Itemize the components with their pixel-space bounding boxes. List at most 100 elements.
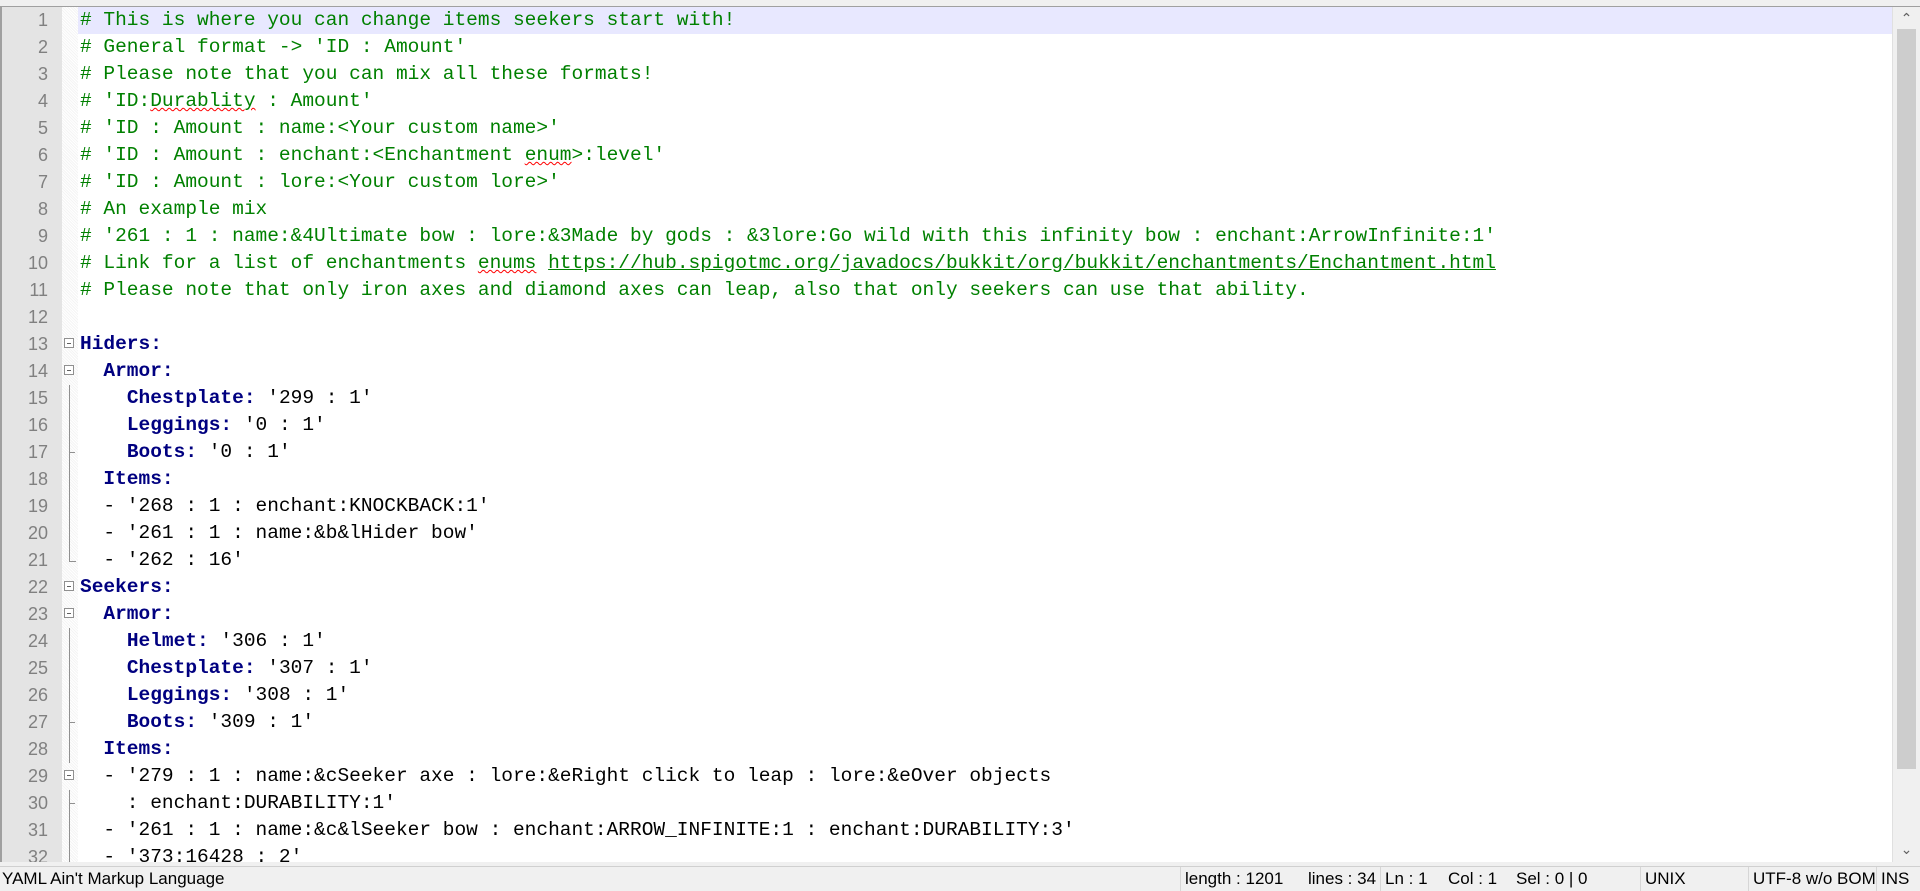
line-code[interactable]: Hiders:: [78, 331, 1895, 358]
editor-line[interactable]: 27 Boots: '309 : 1': [2, 709, 1895, 736]
editor-line[interactable]: 3 # Please note that you can mix all thes…: [2, 61, 1895, 88]
yaml-list-item: - '268 : 1 : enchant:KNOCKBACK:1': [80, 495, 490, 517]
editor-line[interactable]: 25 Chestplate: '307 : 1': [2, 655, 1895, 682]
editor-line[interactable]: 30 : enchant:DURABILITY:1': [2, 790, 1895, 817]
line-code[interactable]: - '261 : 1 : name:&c&lSeeker bow : encha…: [78, 817, 1895, 844]
editor-line[interactable]: 23 Armor:: [2, 601, 1895, 628]
yaml-key: Armor:: [103, 360, 174, 382]
status-ln: Ln : 1: [1380, 867, 1443, 891]
line-code[interactable]: Items:: [78, 736, 1895, 763]
line-code[interactable]: # General format -> 'ID : Amount': [78, 34, 1895, 61]
line-code[interactable]: Items:: [78, 466, 1895, 493]
editor-line[interactable]: 15 Chestplate: '299 : 1': [2, 385, 1895, 412]
editor-line[interactable]: 32 - '373:16428 : 2': [2, 844, 1895, 862]
editor-line[interactable]: 31 - '261 : 1 : name:&c&lSeeker bow : en…: [2, 817, 1895, 844]
editor-line[interactable]: 26 Leggings: '308 : 1': [2, 682, 1895, 709]
misspelled-word[interactable]: Durablity: [150, 90, 255, 112]
line-number: 4: [37, 91, 48, 111]
line-code[interactable]: Helmet: '306 : 1': [78, 628, 1895, 655]
line-number: 23: [27, 604, 48, 624]
editor-line[interactable]: 20 - '261 : 1 : name:&b&lHider bow': [2, 520, 1895, 547]
line-number: 25: [27, 658, 48, 678]
editor-line[interactable]: 2 # General format -> 'ID : Amount': [2, 34, 1895, 61]
status-length: length : 1201: [1180, 867, 1303, 891]
line-code[interactable]: Leggings: '308 : 1': [78, 682, 1895, 709]
editor-line[interactable]: 1 # This is where you can change items se…: [2, 7, 1895, 34]
status-eol[interactable]: UNIX: [1640, 867, 1745, 891]
line-code[interactable]: # 'ID : Amount : name:<Your custom name>…: [78, 115, 1895, 142]
fold-toggle-icon[interactable]: [64, 365, 74, 375]
status-encoding[interactable]: UTF-8 w/o BOM: [1748, 867, 1883, 891]
editor-line[interactable]: 22 Seekers:: [2, 574, 1895, 601]
editor-line[interactable]: 18 Items:: [2, 466, 1895, 493]
text-editor[interactable]: 1 # This is where you can change items se…: [0, 7, 1895, 862]
fold-toggle-icon[interactable]: [64, 338, 74, 348]
scroll-thumb[interactable]: [1897, 29, 1916, 769]
yaml-value: '306 : 1': [208, 630, 326, 652]
scroll-up-icon[interactable]: ⌃: [1893, 9, 1920, 29]
line-code[interactable]: - '262 : 16': [78, 547, 1895, 574]
line-code[interactable]: # 'ID:Durablity : Amount': [78, 88, 1895, 115]
line-code[interactable]: Chestplate: '307 : 1': [78, 655, 1895, 682]
line-code[interactable]: - '261 : 1 : name:&b&lHider bow': [78, 520, 1895, 547]
editor-line[interactable]: 21 - '262 : 16': [2, 547, 1895, 574]
misspelled-word[interactable]: enum: [525, 144, 572, 166]
editor-line[interactable]: 16 Leggings: '0 : 1': [2, 412, 1895, 439]
line-code[interactable]: # '261 : 1 : name:&4Ultimate bow : lore:…: [78, 223, 1895, 250]
editor-line[interactable]: 5 # 'ID : Amount : name:<Your custom name…: [2, 115, 1895, 142]
editor-line[interactable]: 4 # 'ID:Durablity : Amount': [2, 88, 1895, 115]
scroll-down-icon[interactable]: ⌄: [1893, 840, 1920, 860]
comment: # An example mix: [80, 198, 267, 220]
line-code[interactable]: # 'ID : Amount : lore:<Your custom lore>…: [78, 169, 1895, 196]
editor-line[interactable]: 11 # Please note that only iron axes and …: [2, 277, 1895, 304]
editor-lines[interactable]: 1 # This is where you can change items se…: [2, 7, 1895, 862]
line-code[interactable]: Boots: '0 : 1': [78, 439, 1895, 466]
misspelled-word[interactable]: enums: [478, 252, 537, 274]
line-code[interactable]: : enchant:DURABILITY:1': [78, 790, 1895, 817]
line-code[interactable]: Leggings: '0 : 1': [78, 412, 1895, 439]
line-code[interactable]: # Please note that you can mix all these…: [78, 61, 1895, 88]
status-bar: YAML Ain't Markup Language length : 1201…: [0, 866, 1920, 891]
editor-line[interactable]: 10 # Link for a list of enchantments enum…: [2, 250, 1895, 277]
editor-line[interactable]: 9 # '261 : 1 : name:&4Ultimate bow : lore…: [2, 223, 1895, 250]
line-code[interactable]: Boots: '309 : 1': [78, 709, 1895, 736]
hyperlink[interactable]: https://hub.spigotmc.org/javadocs/bukkit…: [548, 252, 1496, 274]
editor-line[interactable]: 13 Hiders:: [2, 331, 1895, 358]
editor-line[interactable]: 7 # 'ID : Amount : lore:<Your custom lore…: [2, 169, 1895, 196]
fold-toggle-icon[interactable]: [64, 581, 74, 591]
yaml-key: Items:: [103, 738, 174, 760]
editor-line[interactable]: 8 # An example mix: [2, 196, 1895, 223]
line-number: 11: [29, 280, 48, 300]
line-number: 6: [37, 145, 48, 165]
line-number: 12: [27, 307, 48, 327]
editor-line[interactable]: 19 - '268 : 1 : enchant:KNOCKBACK:1': [2, 493, 1895, 520]
line-code[interactable]: # 'ID : Amount : enchant:<Enchantment en…: [78, 142, 1895, 169]
line-code[interactable]: - '268 : 1 : enchant:KNOCKBACK:1': [78, 493, 1895, 520]
line-code[interactable]: Armor:: [78, 358, 1895, 385]
line-code[interactable]: # An example mix: [78, 196, 1895, 223]
fold-line: [69, 412, 70, 439]
editor-line[interactable]: 14 Armor:: [2, 358, 1895, 385]
line-code[interactable]: Seekers:: [78, 574, 1895, 601]
comment-text: # Link for a list of enchantments: [80, 252, 478, 274]
line-number: 21: [27, 550, 48, 570]
yaml-value: '0 : 1': [232, 414, 326, 436]
editor-line[interactable]: 28 Items:: [2, 736, 1895, 763]
editor-line[interactable]: 17 Boots: '0 : 1': [2, 439, 1895, 466]
editor-line[interactable]: 29 - '279 : 1 : name:&cSeeker axe : lore…: [2, 763, 1895, 790]
fold-toggle-icon[interactable]: [64, 608, 74, 618]
editor-line[interactable]: 24 Helmet: '306 : 1': [2, 628, 1895, 655]
line-code[interactable]: # Link for a list of enchantments enums …: [78, 250, 1895, 277]
line-number: 2: [37, 37, 48, 57]
line-code[interactable]: Armor:: [78, 601, 1895, 628]
yaml-key: Chestplate:: [126, 657, 256, 679]
fold-toggle-icon[interactable]: [64, 770, 74, 780]
editor-line[interactable]: 12: [2, 304, 1895, 331]
line-code[interactable]: Chestplate: '299 : 1': [78, 385, 1895, 412]
line-code[interactable]: # Please note that only iron axes and di…: [78, 277, 1895, 304]
vertical-scrollbar[interactable]: ⌃ ⌄: [1892, 7, 1920, 862]
line-code[interactable]: # This is where you can change items see…: [78, 7, 1895, 34]
line-code[interactable]: - '373:16428 : 2': [78, 844, 1895, 862]
editor-line[interactable]: 6 # 'ID : Amount : enchant:<Enchantment e…: [2, 142, 1895, 169]
line-code[interactable]: - '279 : 1 : name:&cSeeker axe : lore:&e…: [78, 763, 1895, 790]
